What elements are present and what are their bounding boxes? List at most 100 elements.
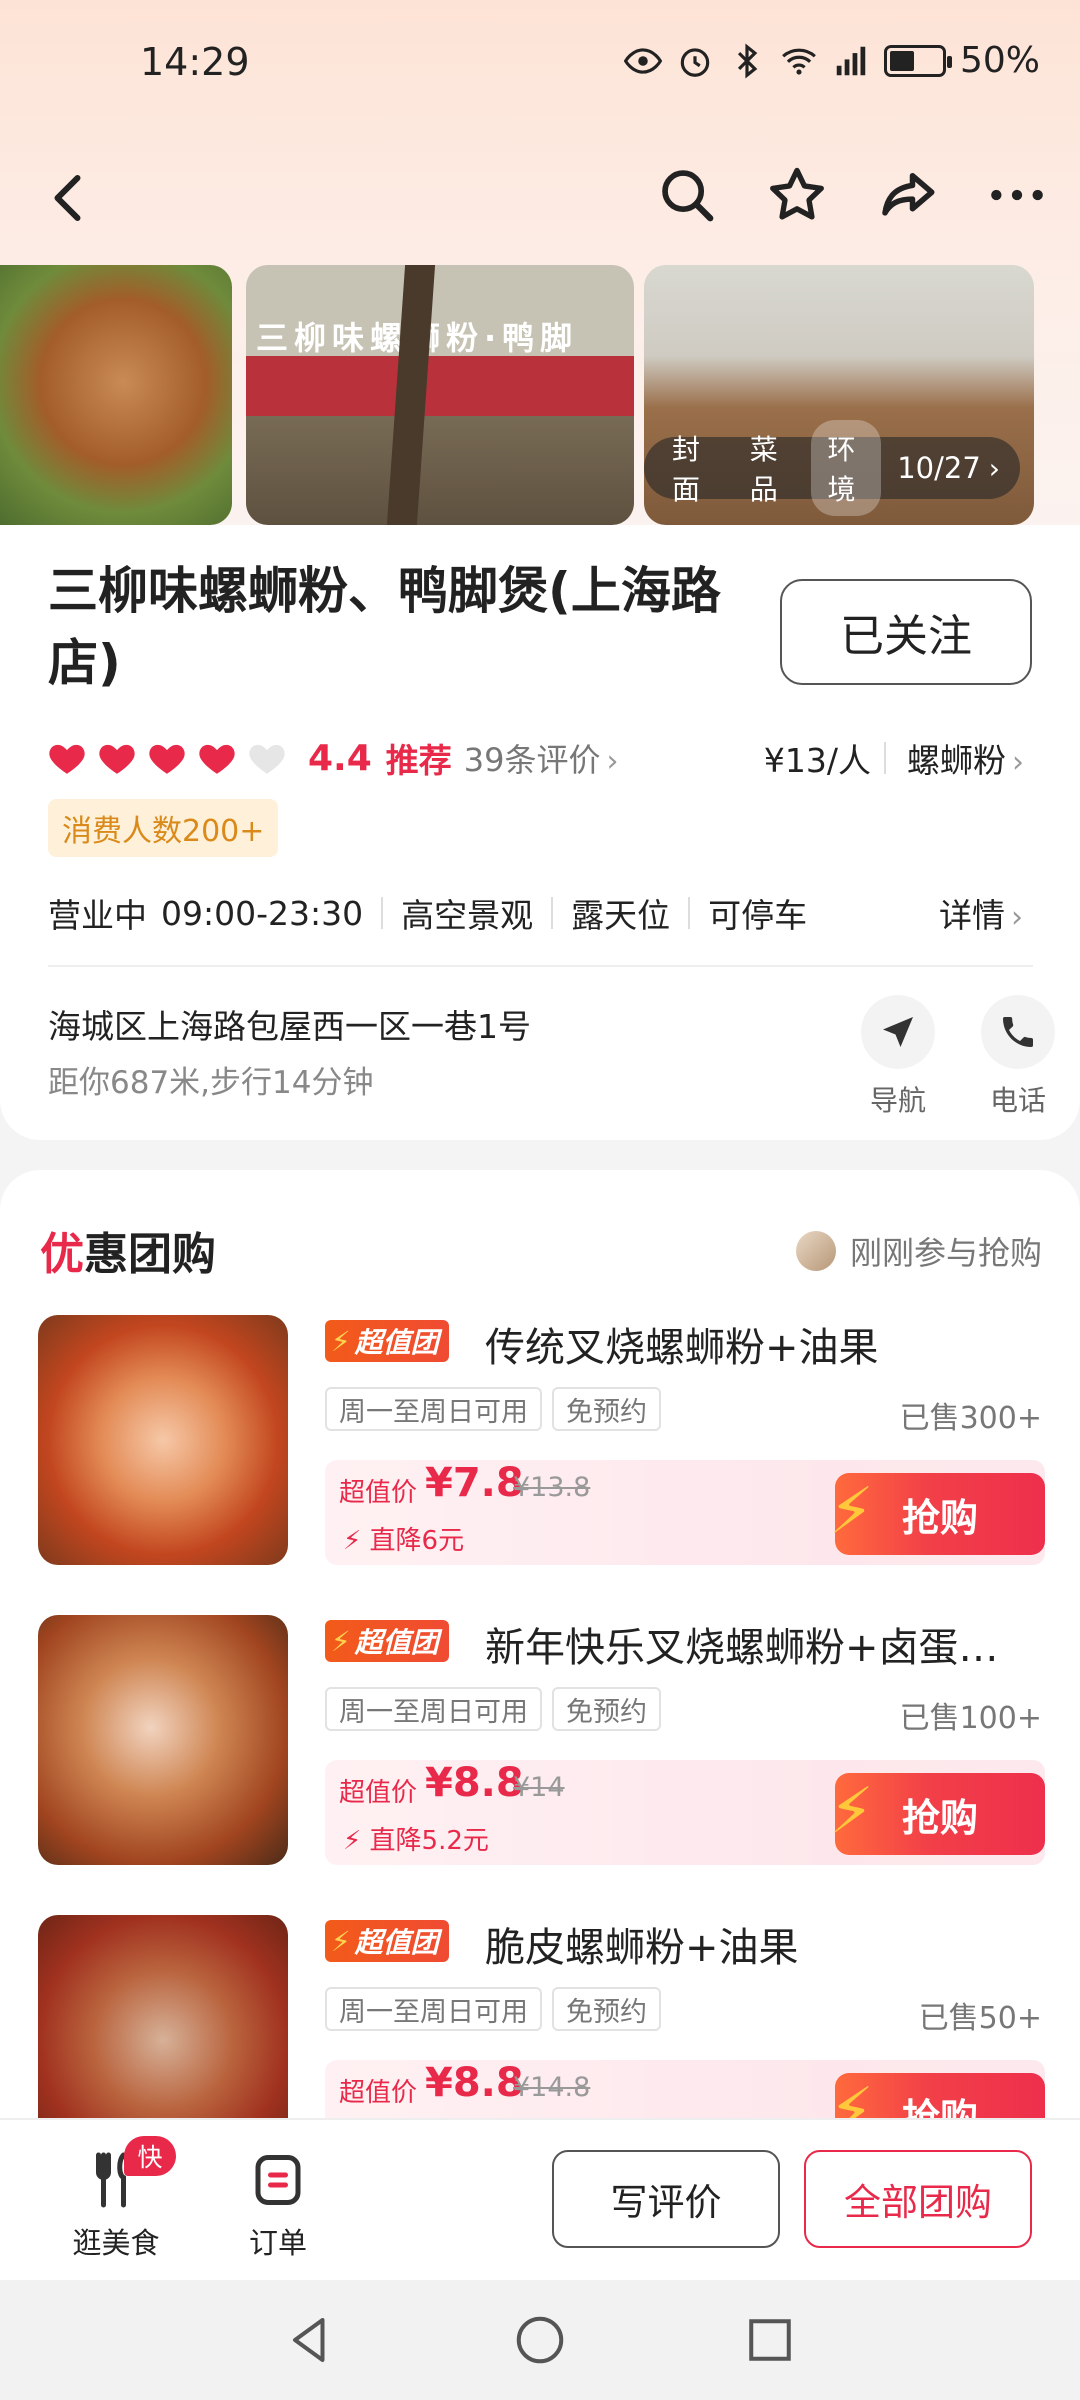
food-photo[interactable]: [0, 265, 232, 525]
chevron-right-icon: ›: [1012, 745, 1024, 780]
value-deal-tag: ⚡ 超值团: [325, 1320, 449, 1362]
orders-tab[interactable]: 订单: [218, 2150, 338, 2262]
deal-image[interactable]: [38, 1615, 288, 1865]
shop-info-card: 三柳味螺蛳粉、鸭脚煲(上海路店) 已关注 4.4 推荐 39条评价 › ¥13/人…: [0, 525, 1080, 1140]
favorite-button[interactable]: [764, 162, 830, 228]
star-icon: [770, 167, 824, 220]
heart-filled-icon: [149, 744, 185, 774]
deal-item[interactable]: ⚡ 超值团 传统叉烧螺蛳粉+油果 周一至周日可用 免预约 已售300+ 超值价 ¥…: [0, 1315, 1080, 1575]
navigation-arrow-icon: [883, 1017, 913, 1047]
deal-chips: 周一至周日可用 免预约: [325, 1987, 661, 2031]
shop-name: 三柳味螺蛳粉、鸭脚煲(上海路店): [48, 562, 721, 692]
no-reservation-chip: 免预约: [552, 1687, 661, 1731]
deal-tag-label: 超值团: [354, 1626, 439, 1659]
interior-photo[interactable]: 封面 菜品 环境 10/27 ›: [644, 265, 1034, 525]
orders-label: 订单: [248, 2226, 307, 2260]
navigate-button[interactable]: 导航: [858, 995, 938, 1119]
storefront-photo[interactable]: 三柳味螺蛳粉·鸭脚: [246, 265, 634, 525]
section-title: 优惠团购: [40, 1218, 216, 1282]
no-reservation-chip: 免预约: [552, 1387, 661, 1431]
more-button[interactable]: [984, 162, 1050, 228]
availability-chip: 周一至周日可用: [325, 1387, 542, 1431]
lightning-icon: ⚡: [829, 1775, 874, 1849]
grab-button[interactable]: ⚡ 抢购: [829, 1773, 1045, 1855]
availability-chip: 周一至周日可用: [325, 1987, 542, 2031]
consume-badge: 消费人数200+: [48, 799, 279, 857]
back-icon[interactable]: [40, 168, 100, 228]
deal-chips: 周一至周日可用 免预约: [325, 1687, 661, 1731]
title-accent: 优: [40, 1229, 84, 1280]
review-count: 39条评价: [463, 741, 601, 779]
deal-item[interactable]: ⚡ 超值团 新年快乐叉烧螺蛳粉+卤蛋… 周一至周日可用 免预约 已售100+ 超值…: [0, 1615, 1080, 1875]
deal-name: 新年快乐叉烧螺蛳粉+卤蛋…: [485, 1625, 999, 1671]
price-box: 超值价 ¥7.8 ¥13.8 ⚡ 直降6元 ⚡ 抢购: [325, 1460, 1045, 1565]
heart-empty-icon: [249, 744, 285, 774]
review-count-link[interactable]: 39条评价 ›: [464, 735, 619, 781]
grab-label: 抢购: [901, 1795, 978, 1840]
deal-name: 脆皮螺蛳粉+油果: [485, 1925, 799, 1971]
lightning-icon: ⚡: [343, 1526, 370, 1556]
more-icon: [991, 189, 1043, 201]
photo-strip[interactable]: 三柳味螺蛳粉·鸭脚 封面 菜品 环境 10/27 ›: [0, 265, 1080, 525]
divider: [48, 965, 1033, 967]
sold-count: 已售50+: [918, 2001, 1042, 2036]
phone-icon: [1003, 1017, 1033, 1047]
details-link[interactable]: 详情 ›: [939, 889, 1023, 937]
details-label: 详情: [939, 896, 1005, 935]
system-recents-icon[interactable]: [740, 2310, 800, 2370]
fast-food-badge: 快餐: [124, 2136, 176, 2208]
deal-price: ¥8.8: [425, 2060, 524, 2106]
original-price: ¥14.8: [513, 2072, 591, 2103]
share-button[interactable]: [874, 162, 940, 228]
system-home-icon[interactable]: [510, 2310, 570, 2370]
price-box: 超值价 ¥8.8 ¥14 ⚡ 直降5.2元 ⚡ 抢购: [325, 1760, 1045, 1865]
deal-image[interactable]: [38, 1315, 288, 1565]
divider: [551, 897, 554, 929]
title-rest: 惠团购: [84, 1229, 216, 1280]
group-deals-section: 优惠团购 刚刚参与抢购 ⚡ 超值团 传统叉烧螺蛳粉+油果 周一至周日可用 免预约 …: [0, 1170, 1080, 2170]
deal-tag-label: 超值团: [354, 1926, 439, 1959]
grab-button[interactable]: ⚡ 抢购: [829, 1473, 1045, 1555]
top-nav: [0, 150, 1080, 250]
browse-food-tab[interactable]: 快餐 逛美食: [56, 2136, 176, 2262]
photo-category-tabs: 封面 菜品 环境 10/27 ›: [644, 420, 1020, 516]
lightning-icon: ⚡: [829, 1475, 874, 1549]
system-back-icon[interactable]: [280, 2310, 340, 2370]
photo-count[interactable]: 10/27: [897, 451, 981, 485]
bluetooth-icon: [737, 42, 758, 79]
heart-filled-icon: [49, 744, 85, 774]
call-button[interactable]: 电话: [978, 995, 1058, 1119]
tree-trunk: [386, 265, 436, 525]
feature-parking: 可停车: [708, 896, 808, 935]
heart-filled-icon: [199, 744, 235, 774]
write-review-button[interactable]: 写评价: [552, 2150, 780, 2248]
price-drop-text: 直降6元: [369, 1526, 465, 1556]
photo-tab-dishes[interactable]: 菜品: [734, 420, 804, 516]
sold-count: 已售300+: [899, 1401, 1042, 1436]
order-icon: [255, 2155, 301, 2205]
photo-tab-environment[interactable]: 环境: [811, 420, 882, 516]
category-link[interactable]: 螺蛳粉 ›: [907, 734, 1024, 782]
feature-outdoor: 露天位: [571, 896, 671, 935]
original-price: ¥14: [513, 1772, 565, 1803]
price-drop: ⚡ 直降6元: [343, 1520, 464, 1557]
availability-chip: 周一至周日可用: [325, 1687, 542, 1731]
rating-row: 4.4 推荐 39条评价 › ¥13/人 螺蛳粉 ›: [46, 730, 1036, 786]
follow-button[interactable]: 已关注: [780, 579, 1032, 685]
navigate-circle: [861, 995, 935, 1069]
chevron-right-icon: ›: [988, 451, 1000, 485]
photo-tab-cover[interactable]: 封面: [656, 420, 726, 516]
all-deals-button[interactable]: 全部团购: [804, 2150, 1032, 2248]
call-label: 电话: [989, 1084, 1046, 1117]
status-icons: 50%: [623, 40, 1040, 81]
value-deal-tag: ⚡ 超值团: [325, 1920, 449, 1962]
search-button[interactable]: [654, 162, 720, 228]
system-nav-bar: [0, 2280, 1080, 2400]
hours-row[interactable]: 营业中 09:00-23:30 高空景观 露天位 可停车 详情 ›: [48, 885, 1033, 941]
shop-address[interactable]: 海城区上海路包屋西一区一巷1号: [48, 1000, 531, 1048]
deal-price: ¥7.8: [425, 1460, 524, 1506]
original-price: ¥13.8: [513, 1472, 591, 1503]
deal-tag-label: 超值团: [354, 1326, 439, 1359]
divider: [688, 897, 691, 929]
deal-chips: 周一至周日可用 免预约: [325, 1387, 661, 1431]
